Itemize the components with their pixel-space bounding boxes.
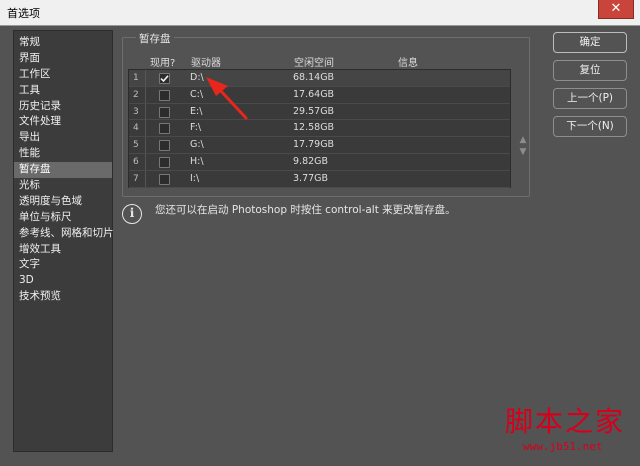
annotation-overlay: [206, 77, 248, 120]
annotation-arrow-shaft: [218, 88, 248, 120]
watermark-logo: 脚本之家: [505, 405, 626, 438]
watermark-url: www.jb51.net: [523, 440, 603, 453]
watermark: 脚本之家 www.jb51.net: [505, 400, 635, 462]
